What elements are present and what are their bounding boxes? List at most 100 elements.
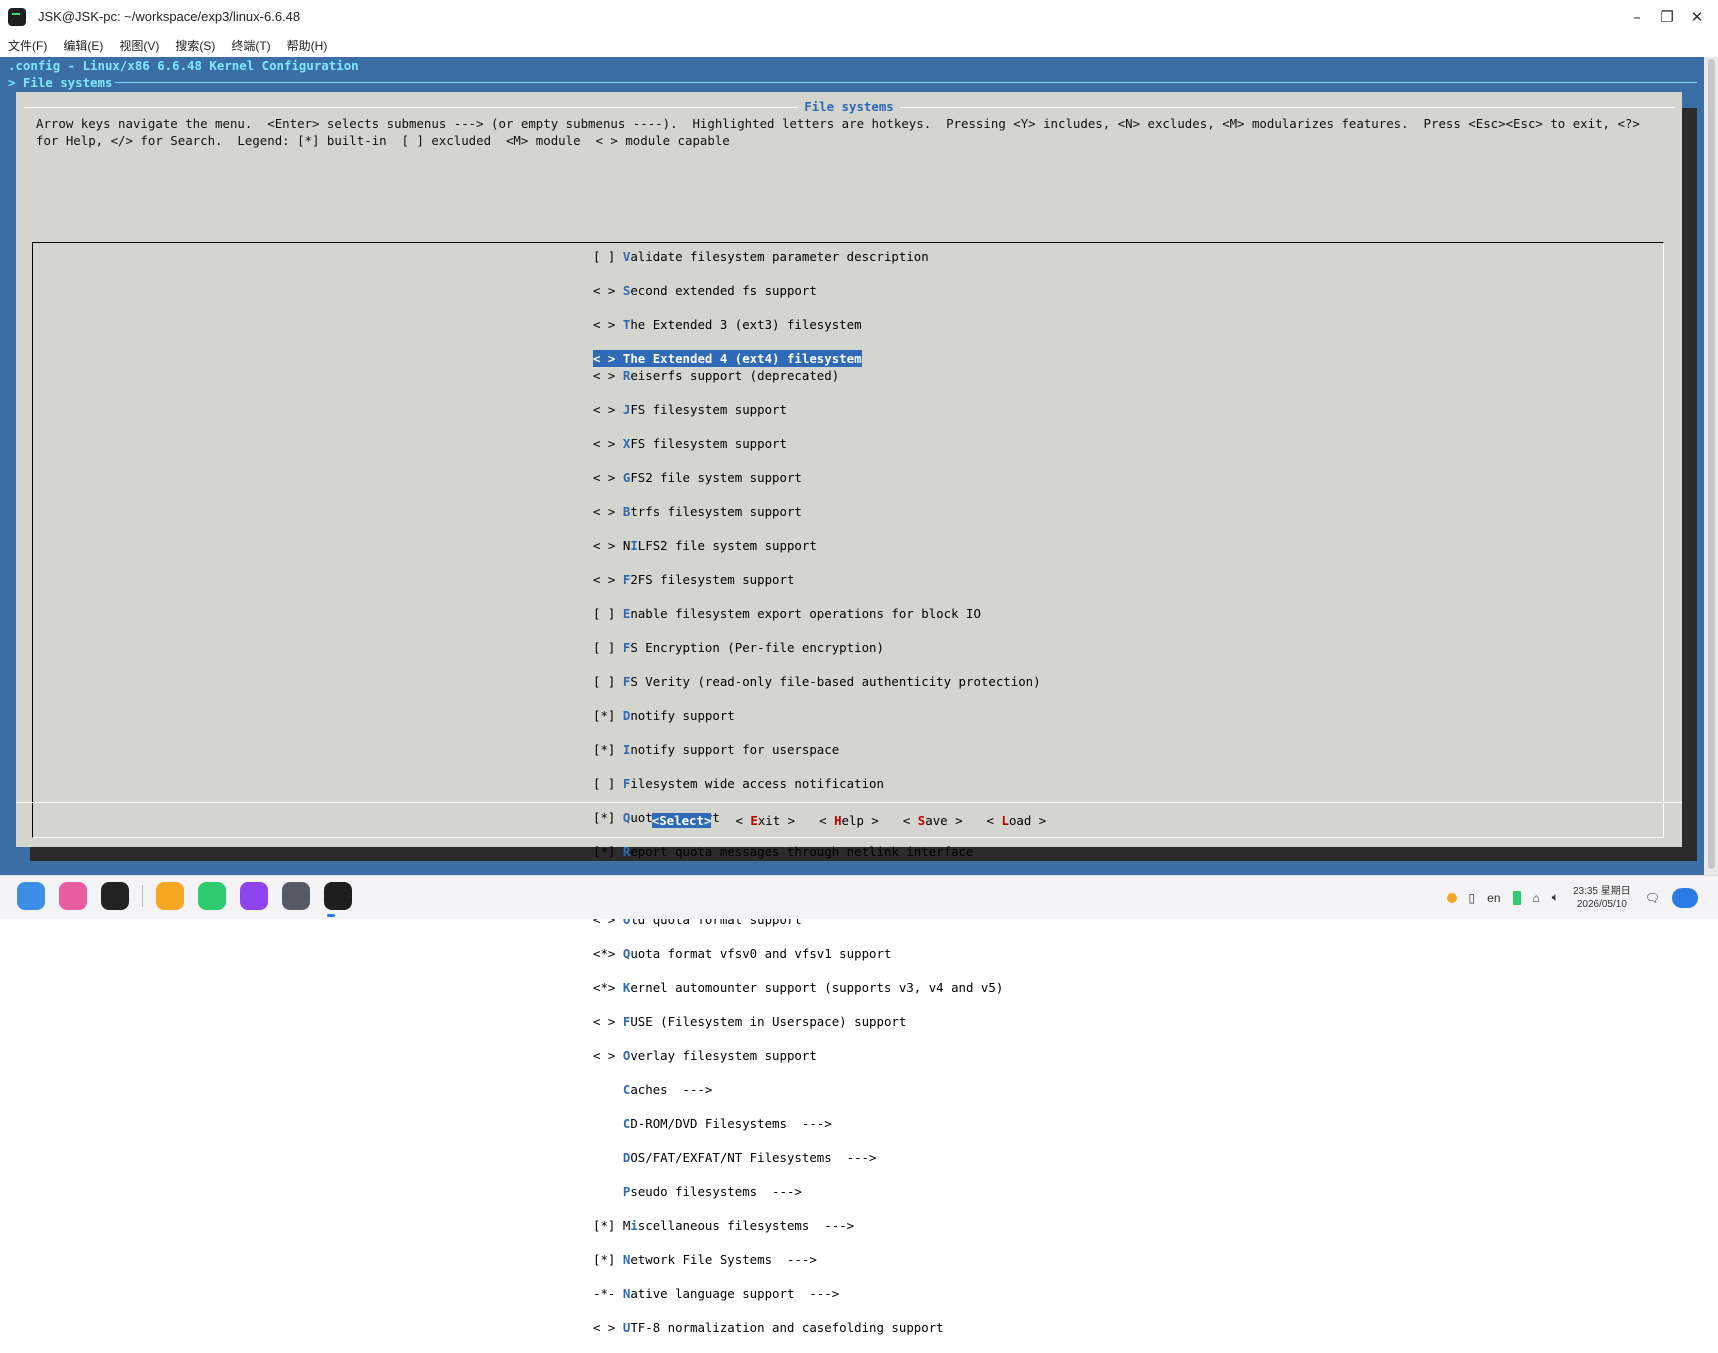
menu-item[interactable]: [*] Miscellaneous filesystems ---> — [593, 1217, 1041, 1234]
file-manager-icon[interactable] — [156, 882, 184, 910]
breadcrumb: > File systems — [8, 75, 113, 90]
menu-item[interactable]: < > UTF-8 normalization and casefolding … — [593, 1319, 1041, 1336]
menu-item[interactable]: < > GFS2 file system support — [593, 469, 1041, 486]
menu-item[interactable]: [*] Dnotify support — [593, 707, 1041, 724]
menu-item[interactable]: < > NILFS2 file system support — [593, 537, 1041, 554]
dialog-button-2[interactable]: < Help > — [819, 813, 879, 828]
menu-view[interactable]: 视图(V) — [111, 37, 167, 54]
notification-center-icon[interactable]: 🗨︎ — [1645, 891, 1660, 905]
menu-terminal[interactable]: 终端(T) — [223, 37, 278, 54]
menu-item-prefix: [ ] — [593, 606, 623, 621]
menu-item-label: USE (Filesystem in Userspace) support — [630, 1014, 907, 1029]
clock-date: 2026/05/10 — [1576, 898, 1627, 910]
menu-item[interactable]: [*] Inotify support for userspace — [593, 741, 1041, 758]
terminal-app-icon — [8, 7, 26, 26]
terminal-scrollbar[interactable] — [1704, 57, 1718, 875]
menu-item[interactable]: < > Reiserfs support (deprecated) — [593, 367, 1041, 384]
menu-item[interactable]: < > JFS filesystem support — [593, 401, 1041, 418]
menu-item[interactable]: <*> Quota format vfsv0 and vfsv1 support — [593, 945, 1041, 962]
assistant-icon[interactable] — [1672, 887, 1698, 908]
menu-item-label: aches ---> — [630, 1082, 713, 1097]
menu-item-label: etwork File Systems ---> — [630, 1252, 817, 1267]
menu-item[interactable]: < > The Extended 3 (ext3) filesystem — [593, 316, 1041, 333]
menu-item-prefix: < > — [593, 283, 623, 298]
menu-file[interactable]: 文件(F) — [0, 37, 55, 54]
menu-item-label: S Verity (read-only file-based authentic… — [630, 674, 1041, 689]
menu-item[interactable]: [ ] FS Encryption (Per-file encryption) — [593, 639, 1041, 656]
menu-item[interactable]: <*> Kernel automounter support (supports… — [593, 979, 1041, 996]
backtitle-rule — [115, 82, 1697, 83]
menu-item[interactable]: DOS/FAT/EXFAT/NT Filesystems ---> — [593, 1149, 1041, 1166]
button-label: oad > — [1008, 813, 1047, 828]
menu-item[interactable]: Caches ---> — [593, 1081, 1041, 1098]
menu-item-hotkey: N — [622, 1286, 631, 1301]
menu-search[interactable]: 搜索(S) — [167, 37, 223, 54]
volume-icon[interactable]: 🔈︎ — [1552, 890, 1559, 905]
multitask-view-icon[interactable] — [101, 882, 129, 910]
launcher-icon[interactable] — [17, 882, 45, 910]
maximize-button[interactable]: ❐ — [1652, 8, 1682, 26]
clock-time: 23:35 星期日 — [1572, 885, 1631, 897]
help-text: Arrow keys navigate the menu. <Enter> se… — [36, 116, 1648, 148]
menu-item[interactable]: < > FUSE (Filesystem in Userspace) suppo… — [593, 1013, 1041, 1030]
dialog-button-1[interactable]: < Exit > — [735, 813, 795, 828]
menu-item-label: econd extended fs support — [630, 283, 817, 298]
menu-item-label: ilesystem wide access notification — [630, 776, 884, 791]
dialog-button-4[interactable]: < Load > — [987, 813, 1047, 828]
menu-item-label: 2FS filesystem support — [630, 572, 795, 587]
menu-item-prefix — [593, 1116, 623, 1131]
menu-item-selected[interactable]: < > The Extended 4 (ext4) filesystem — [593, 350, 862, 367]
menu-item-label: TF-8 normalization and casefolding suppo… — [630, 1320, 944, 1335]
camera-icon[interactable] — [240, 882, 268, 910]
menu-item[interactable]: [ ] Validate filesystem parameter descri… — [593, 248, 1041, 265]
menu-item[interactable]: -*- Native language support ---> — [593, 1285, 1041, 1302]
menubar: 文件(F) 编辑(E) 视图(V) 搜索(S) 终端(T) 帮助(H) — [0, 33, 1718, 57]
search-icon[interactable] — [59, 882, 87, 910]
menu-item-hotkey: C — [622, 1082, 631, 1097]
button-label: elp > — [841, 813, 879, 828]
dialog-button-0[interactable]: <Select> — [651, 813, 712, 828]
menu-item-prefix: [*] — [593, 708, 623, 723]
menu-item[interactable]: CD-ROM/DVD Filesystems ---> — [593, 1115, 1041, 1132]
notification-dot-icon[interactable] — [1446, 892, 1457, 903]
battery-icon[interactable] — [1512, 890, 1521, 905]
menu-item[interactable]: [*] Network File Systems ---> — [593, 1251, 1041, 1268]
menu-item[interactable]: < > Second extended fs support — [593, 282, 1041, 299]
input-method[interactable]: en — [1487, 891, 1500, 905]
menu-item-prefix: [*] — [593, 1252, 623, 1267]
close-button[interactable]: ✕ — [1682, 8, 1712, 26]
active-app-indicator — [327, 914, 335, 917]
menu-item[interactable]: Pseudo filesystems ---> — [593, 1183, 1041, 1200]
menu-item[interactable]: < > Overlay filesystem support — [593, 1047, 1041, 1064]
menu-item-hotkey: O — [622, 1048, 631, 1063]
network-icon[interactable]: ⌂ — [1533, 891, 1540, 905]
menu-item[interactable]: [*] Report quota messages through netlin… — [593, 843, 1041, 860]
menu-item-label: eport quota messages through netlink int… — [630, 844, 974, 859]
minimize-button[interactable]: – — [1622, 8, 1652, 26]
menu-item[interactable]: [ ] Enable filesystem export operations … — [593, 605, 1041, 622]
menu-item-hotkey: N — [622, 1252, 631, 1267]
menu-item[interactable]: [ ] FS Verity (read-only file-based auth… — [593, 673, 1041, 690]
taskbar-separator — [142, 885, 143, 907]
dialog-button-3[interactable]: < Save > — [903, 813, 963, 828]
menu-item-label: trfs filesystem support — [630, 504, 802, 519]
menu-item-prefix: [ ] — [593, 776, 623, 791]
scrollbar-thumb[interactable] — [1708, 59, 1715, 869]
menu-item[interactable]: < > Btrfs filesystem support — [593, 503, 1041, 520]
menu-item[interactable]: < > XFS filesystem support — [593, 435, 1041, 452]
menu-item[interactable]: < > F2FS filesystem support — [593, 571, 1041, 588]
menu-item-hotkey: i — [630, 1218, 638, 1233]
settings-icon[interactable] — [282, 882, 310, 910]
menu-item-hotkey: P — [622, 1184, 631, 1199]
clock[interactable]: 23:35 星期日 2026/05/10 — [1573, 885, 1631, 911]
terminal-icon[interactable] — [324, 882, 352, 910]
menu-item-prefix: < > — [593, 436, 623, 451]
button-bracket: < — [819, 813, 835, 828]
menu-edit[interactable]: 编辑(E) — [55, 37, 111, 54]
menu-help[interactable]: 帮助(H) — [279, 37, 336, 54]
terminal-area[interactable]: .config - Linux/x86 6.6.48 Kernel Config… — [0, 57, 1718, 1335]
menu-item[interactable]: [ ] Filesystem wide access notification — [593, 775, 1041, 792]
chat-icon[interactable] — [198, 882, 226, 910]
menu-item-prefix: < > — [593, 504, 623, 519]
clipboard-icon[interactable]: ▯ — [1469, 891, 1476, 905]
